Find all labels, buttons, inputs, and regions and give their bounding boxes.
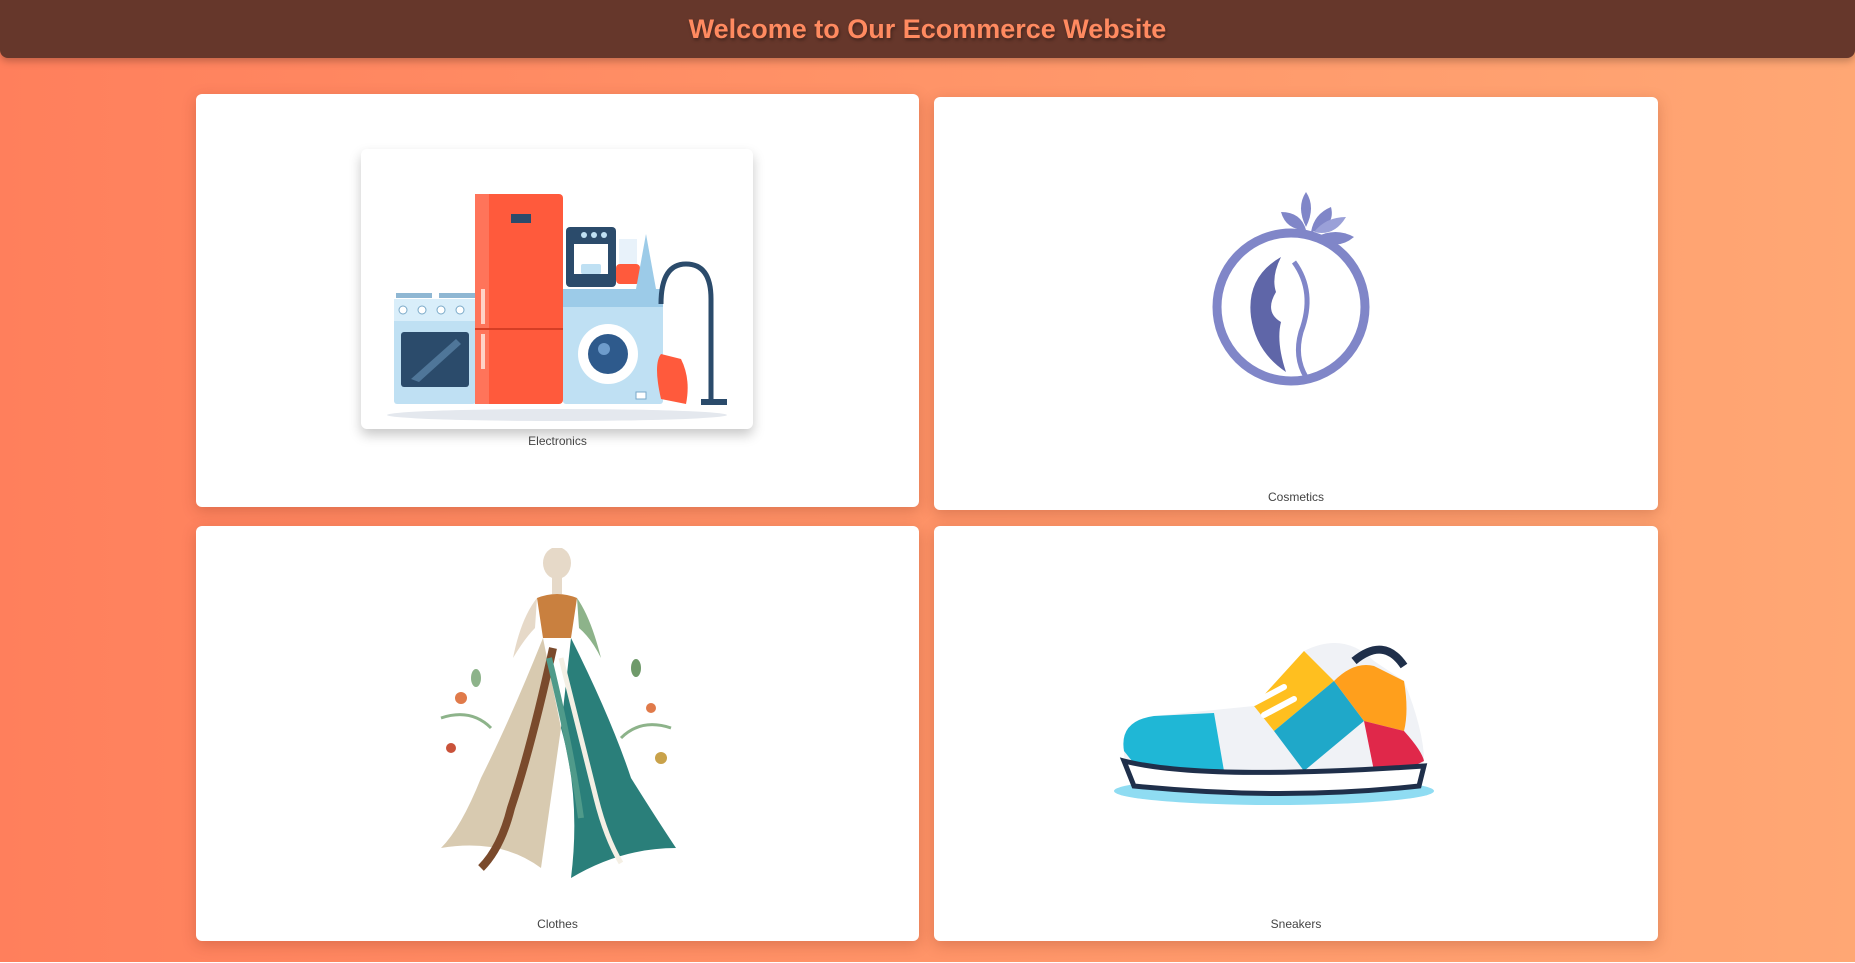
category-label: Sneakers — [1270, 917, 1322, 931]
sneaker-illustration-icon — [1114, 643, 1434, 805]
dress-illustration-icon — [440, 548, 676, 878]
category-label: Electronics — [528, 434, 587, 448]
appliances-icon — [387, 194, 727, 421]
category-card-electronics[interactable]: Electronics — [196, 94, 919, 507]
woman-face-logo-icon — [1212, 192, 1370, 386]
category-card-cosmetics[interactable]: Cosmetics — [934, 97, 1658, 510]
category-card-clothes[interactable]: Clothes — [196, 526, 919, 941]
page-title: Welcome to Our Ecommerce Website — [688, 13, 1167, 44]
category-label: Cosmetics — [1267, 490, 1324, 504]
category-label: Clothes — [537, 917, 578, 931]
site-header: Welcome to Our Ecommerce Website — [0, 0, 1855, 58]
category-card-sneakers[interactable]: Sneakers — [934, 526, 1658, 941]
electronics-image-frame — [361, 149, 753, 429]
